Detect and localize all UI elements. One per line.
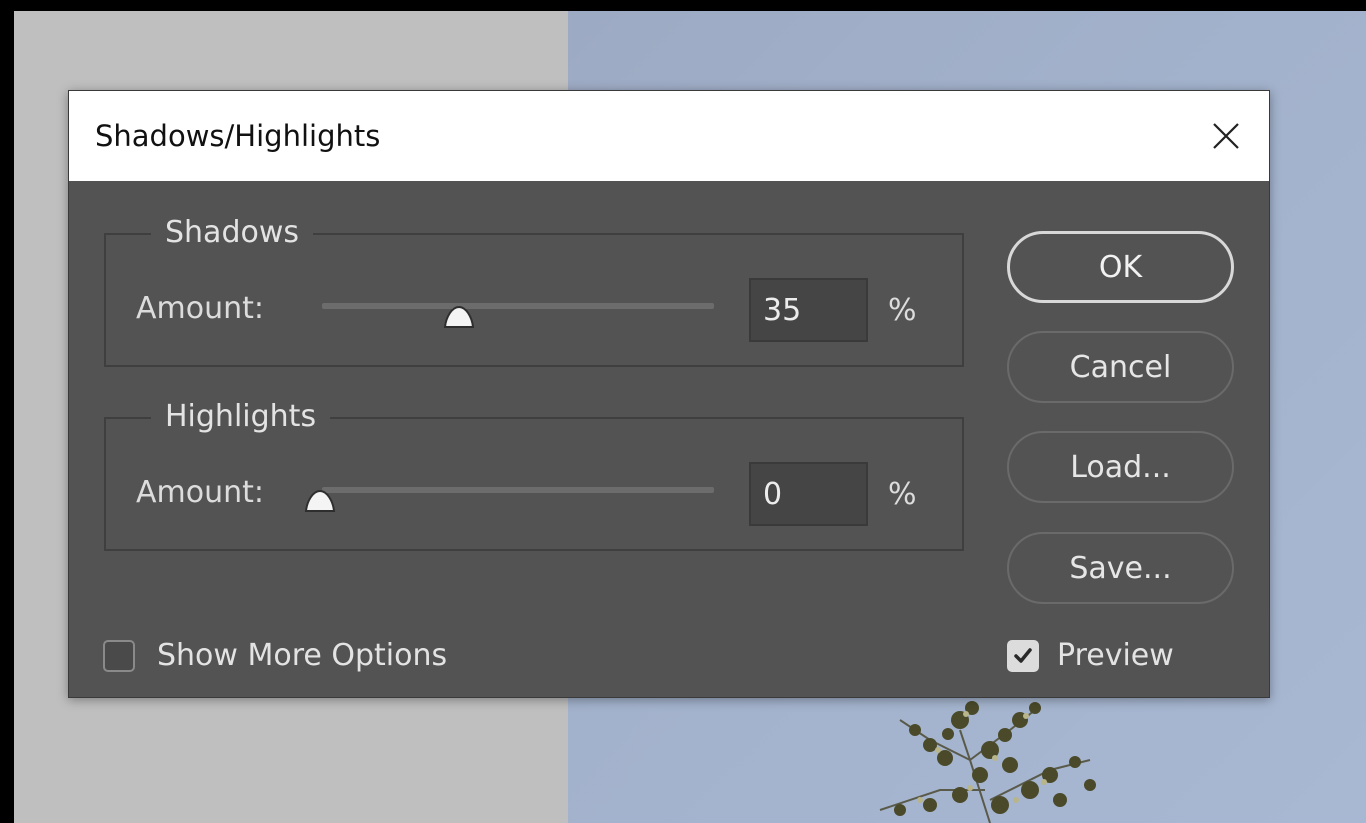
show-more-options-checkbox[interactable] [103,640,135,672]
shadows-highlights-dialog: Shadows/Highlights Shadows Amount: % Hig… [68,90,1270,698]
highlights-group: Highlights Amount: % [104,397,964,551]
shadows-amount-input[interactable] [749,278,868,342]
dialog-title: Shadows/Highlights [95,119,381,153]
load-button[interactable]: Load... [1007,431,1234,503]
cancel-button[interactable]: Cancel [1007,331,1234,403]
preview-checkbox[interactable] [1007,640,1039,672]
shadows-amount-slider[interactable] [320,299,716,328]
slider-track [322,303,714,309]
shadows-amount-label: Amount: [136,291,264,326]
ok-button[interactable]: OK [1007,231,1234,303]
checkmark-icon [1014,648,1032,663]
shadows-group-title: Shadows [151,213,314,253]
tree-image [879,701,1096,823]
shadows-unit-label: % [888,293,917,328]
app-stage: Shadows/Highlights Shadows Amount: % Hig… [0,0,1366,823]
save-button[interactable]: Save... [1007,532,1234,604]
highlights-amount-label: Amount: [136,475,264,510]
slider-thumb-icon[interactable] [303,489,337,515]
preview-label: Preview [1057,638,1174,673]
highlights-group-title: Highlights [151,397,331,437]
show-more-options-toggle[interactable]: Show More Options [103,636,447,676]
shadows-group: Shadows Amount: % [104,213,964,367]
highlights-unit-label: % [888,477,917,512]
dialog-titlebar[interactable]: Shadows/Highlights [69,91,1269,181]
close-button[interactable] [1203,113,1249,159]
highlights-amount-slider[interactable] [304,483,716,512]
preview-toggle[interactable]: Preview [1007,636,1174,676]
close-icon [1213,123,1239,149]
highlights-amount-input[interactable] [749,462,868,526]
slider-track [322,487,714,493]
slider-thumb-icon[interactable] [442,305,476,331]
show-more-options-label: Show More Options [157,638,448,673]
